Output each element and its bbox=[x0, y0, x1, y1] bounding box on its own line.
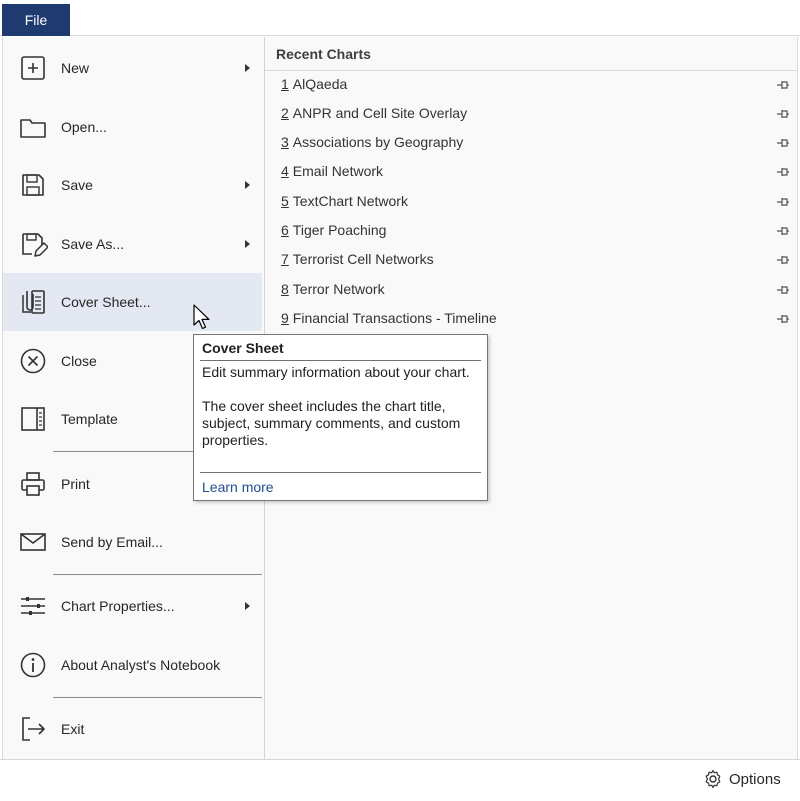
recent-chart-item[interactable]: 5 TextChart Network bbox=[271, 187, 795, 216]
nav-label-exit: Exit bbox=[61, 721, 85, 737]
pin-icon[interactable] bbox=[776, 283, 790, 297]
options-button[interactable]: Options bbox=[703, 768, 781, 790]
nav-item-save[interactable]: Save bbox=[3, 156, 262, 214]
nav-label-close: Close bbox=[61, 353, 97, 369]
learn-more-link[interactable]: Learn more bbox=[202, 479, 274, 495]
nav-item-save-as[interactable]: Save As... bbox=[3, 215, 262, 273]
pin-icon[interactable] bbox=[776, 136, 790, 150]
nav-item-cover-sheet[interactable]: Cover Sheet... bbox=[3, 273, 262, 331]
nav-item-chart-properties[interactable]: Chart Properties... bbox=[3, 577, 262, 635]
tooltip-divider bbox=[200, 360, 481, 361]
recent-chart-label: 7 Terrorist Cell Networks bbox=[281, 251, 434, 267]
recent-chart-item[interactable]: 4 Email Network bbox=[271, 157, 795, 186]
recent-chart-label: 8 Terror Network bbox=[281, 281, 385, 297]
printer-icon bbox=[17, 468, 49, 500]
recent-chart-label: 4 Email Network bbox=[281, 163, 384, 179]
save-as-pencil-icon bbox=[17, 228, 49, 260]
recent-chart-item[interactable]: 3 Associations by Geography bbox=[271, 128, 795, 157]
nav-label-send-email: Send by Email... bbox=[61, 534, 163, 550]
nav-label-open: Open... bbox=[61, 119, 107, 135]
cover-sheet-tooltip: Cover Sheet Edit summary information abo… bbox=[193, 334, 488, 501]
nav-label-save-as: Save As... bbox=[61, 236, 125, 252]
nav-item-send-email[interactable]: Send by Email... bbox=[3, 513, 262, 571]
nav-item-exit[interactable]: Exit bbox=[3, 700, 262, 758]
recent-chart-label: 5 TextChart Network bbox=[281, 193, 408, 209]
pin-icon[interactable] bbox=[776, 224, 790, 238]
recent-charts-header: Recent Charts bbox=[265, 37, 797, 71]
tooltip-line-1: Edit summary information about your char… bbox=[202, 364, 470, 380]
nav-separator bbox=[53, 697, 262, 698]
chevron-right-icon bbox=[245, 64, 250, 72]
recent-chart-label: 3 Associations by Geography bbox=[281, 134, 464, 150]
nav-label-print: Print bbox=[61, 476, 90, 492]
new-document-icon bbox=[17, 52, 49, 84]
nav-label-new: New bbox=[61, 60, 90, 76]
recent-chart-label: 9 Financial Transactions - Timeline bbox=[281, 310, 497, 326]
pin-icon[interactable] bbox=[776, 165, 790, 179]
recent-chart-label: 2 ANPR and Cell Site Overlay bbox=[281, 105, 468, 121]
nav-item-open[interactable]: Open... bbox=[3, 98, 262, 156]
pin-icon[interactable] bbox=[776, 253, 790, 267]
gear-icon bbox=[705, 769, 721, 789]
recent-chart-item[interactable]: 9 Financial Transactions - Timeline bbox=[271, 304, 795, 333]
recent-chart-label: 6 Tiger Poaching bbox=[281, 222, 387, 238]
nav-item-new[interactable]: New bbox=[3, 39, 262, 97]
chevron-right-icon bbox=[245, 181, 250, 189]
close-circle-icon bbox=[17, 345, 49, 377]
backstage-footer: Options bbox=[0, 759, 800, 801]
ribbon-bar: File bbox=[0, 0, 800, 36]
nav-label-save: Save bbox=[61, 177, 93, 193]
tooltip-line-2: The cover sheet includes the chart title… bbox=[202, 398, 461, 448]
pin-icon[interactable] bbox=[776, 78, 790, 92]
chevron-right-icon bbox=[245, 240, 250, 248]
folder-icon bbox=[17, 111, 49, 143]
nav-label-template: Template bbox=[61, 411, 118, 427]
file-tab[interactable]: File bbox=[2, 4, 70, 36]
recent-chart-item[interactable]: 8 Terror Network bbox=[271, 275, 795, 304]
recent-chart-item[interactable]: 6 Tiger Poaching bbox=[271, 216, 795, 245]
pin-icon[interactable] bbox=[776, 312, 790, 326]
pin-icon[interactable] bbox=[776, 195, 790, 209]
floppy-disk-icon bbox=[17, 169, 49, 201]
nav-label-about: About Analyst's Notebook bbox=[61, 657, 221, 673]
cover-sheet-icon bbox=[17, 286, 49, 318]
tooltip-title: Cover Sheet bbox=[202, 340, 284, 356]
chevron-right-icon bbox=[245, 602, 250, 610]
mouse-cursor-icon bbox=[193, 304, 210, 330]
nav-separator bbox=[53, 574, 262, 575]
tooltip-divider bbox=[200, 472, 481, 473]
options-label: Options bbox=[729, 770, 781, 788]
template-icon bbox=[17, 403, 49, 435]
info-icon bbox=[17, 649, 49, 681]
envelope-icon bbox=[17, 526, 49, 558]
recent-chart-label: 1 AlQaeda bbox=[281, 76, 348, 92]
recent-chart-item[interactable]: 7 Terrorist Cell Networks bbox=[271, 245, 795, 274]
pin-icon[interactable] bbox=[776, 107, 790, 121]
recent-chart-item[interactable]: 2 ANPR and Cell Site Overlay bbox=[271, 99, 795, 128]
recent-chart-item[interactable]: 1 AlQaeda bbox=[271, 70, 795, 99]
tooltip-body: Edit summary information about your char… bbox=[202, 364, 484, 449]
sliders-icon bbox=[17, 590, 49, 622]
nav-label-cover-sheet: Cover Sheet... bbox=[61, 294, 151, 310]
nav-item-about[interactable]: About Analyst's Notebook bbox=[3, 636, 262, 694]
recent-charts-title: Recent Charts bbox=[276, 46, 371, 62]
nav-label-chart-properties: Chart Properties... bbox=[61, 598, 175, 614]
exit-icon bbox=[17, 713, 49, 745]
